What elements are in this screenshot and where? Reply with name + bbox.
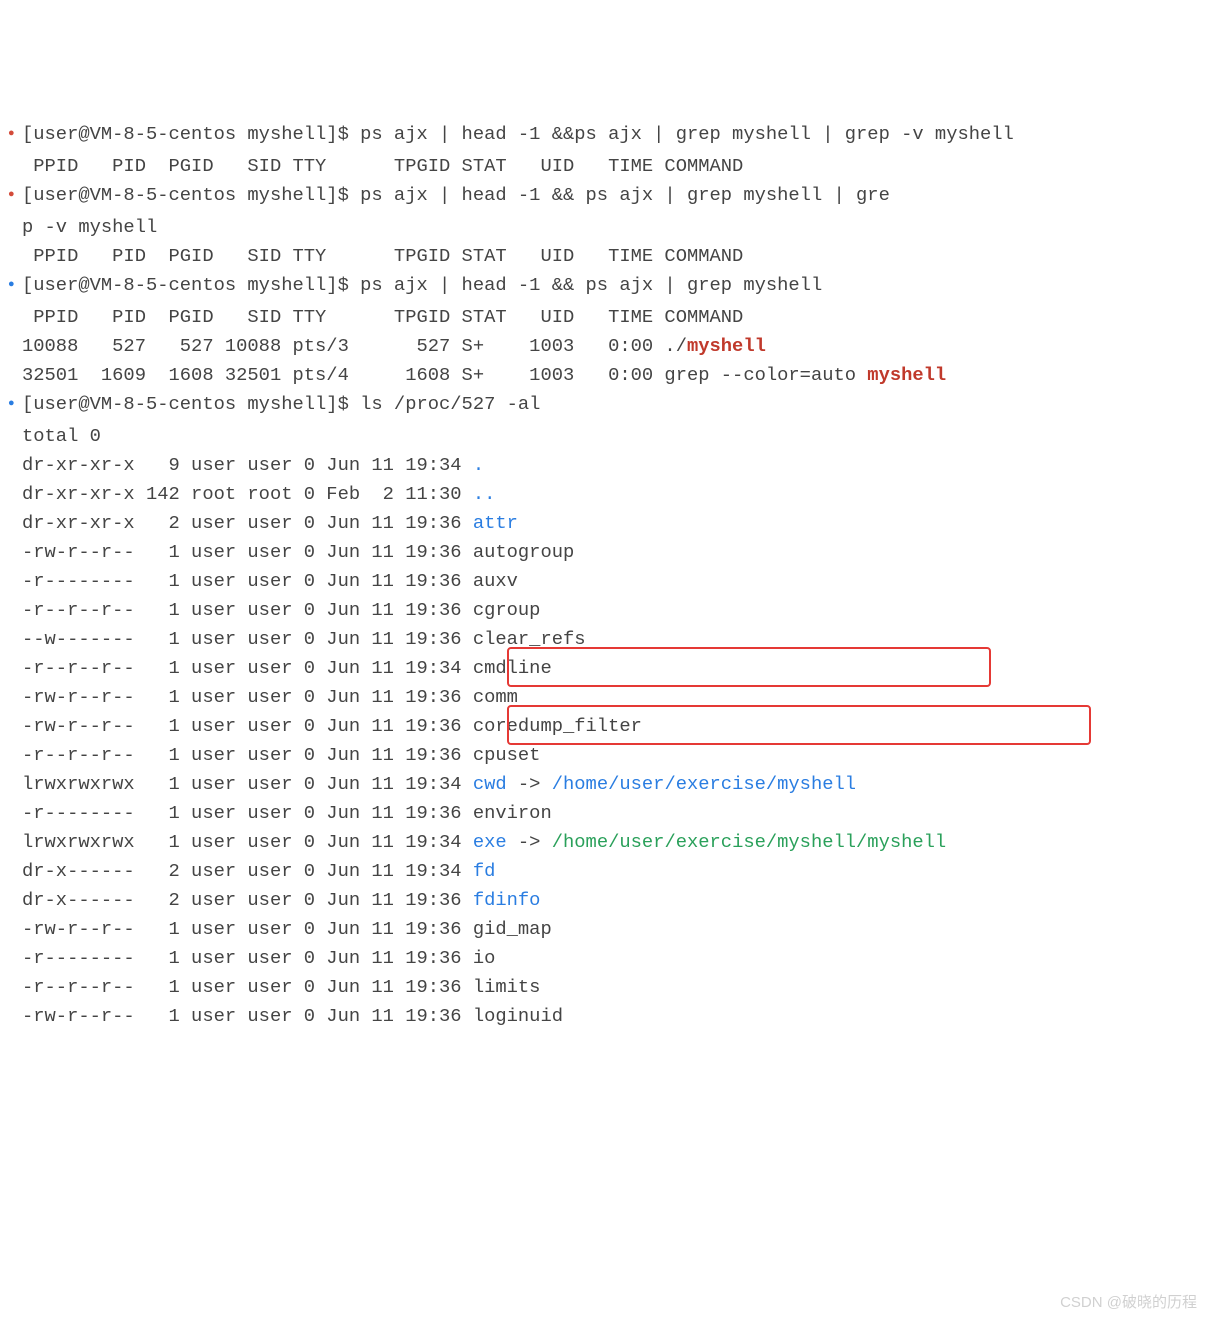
ls-row: -rw-r--r-- 1 user user 0 Jun 11 19:36 co… <box>8 712 1199 741</box>
ls-row: -r-------- 1 user user 0 Jun 11 19:36 io <box>8 944 1199 973</box>
ps-header: PPID PID PGID SID TTY TPGID STAT UID TIM… <box>8 303 1199 332</box>
ps-row: 32501 1609 1608 32501 pts/4 1608 S+ 1003… <box>8 361 1199 390</box>
ls-row: dr-xr-xr-x 2 user user 0 Jun 11 19:36 at… <box>8 509 1199 538</box>
prompt-line: ●[user@VM-8-5-centos myshell]$ ps ajx | … <box>8 271 1199 303</box>
ls-row: lrwxrwxrwx 1 user user 0 Jun 11 19:34 ex… <box>8 828 1199 857</box>
ls-row: -r--r--r-- 1 user user 0 Jun 11 19:36 li… <box>8 973 1199 1002</box>
ps-row: 10088 527 527 10088 pts/3 527 S+ 1003 0:… <box>8 332 1199 361</box>
prompt-line: ●[user@VM-8-5-centos myshell]$ ls /proc/… <box>8 390 1199 422</box>
ls-row: -rw-r--r-- 1 user user 0 Jun 11 19:36 gi… <box>8 915 1199 944</box>
ls-row: dr-xr-xr-x 142 root root 0 Feb 2 11:30 .… <box>8 480 1199 509</box>
ls-row: --w------- 1 user user 0 Jun 11 19:36 cl… <box>8 625 1199 654</box>
ls-total: total 0 <box>8 422 1199 451</box>
watermark: CSDN @破晓的历程 <box>1060 1288 1197 1317</box>
ls-row: -r-------- 1 user user 0 Jun 11 19:36 au… <box>8 567 1199 596</box>
ls-row: -r--r--r-- 1 user user 0 Jun 11 19:34 cm… <box>8 654 1199 683</box>
prompt-line-wrap: p -v myshell <box>8 213 1199 242</box>
terminal-output: ●[user@VM-8-5-centos myshell]$ ps ajx | … <box>8 120 1199 1031</box>
ls-row: -r--r--r-- 1 user user 0 Jun 11 19:36 cp… <box>8 741 1199 770</box>
ls-row: dr-x------ 2 user user 0 Jun 11 19:36 fd… <box>8 886 1199 915</box>
prompt-line: ●[user@VM-8-5-centos myshell]$ ps ajx | … <box>8 120 1199 152</box>
ls-row: -rw-r--r-- 1 user user 0 Jun 11 19:36 co… <box>8 683 1199 712</box>
ls-row: -r--r--r-- 1 user user 0 Jun 11 19:36 cg… <box>8 596 1199 625</box>
ls-row: -rw-r--r-- 1 user user 0 Jun 11 19:36 lo… <box>8 1002 1199 1031</box>
ps-header: PPID PID PGID SID TTY TPGID STAT UID TIM… <box>8 242 1199 271</box>
ls-row: lrwxrwxrwx 1 user user 0 Jun 11 19:34 cw… <box>8 770 1199 799</box>
ls-row: -r-------- 1 user user 0 Jun 11 19:36 en… <box>8 799 1199 828</box>
ls-row: dr-xr-xr-x 9 user user 0 Jun 11 19:34 . <box>8 451 1199 480</box>
ls-row: -rw-r--r-- 1 user user 0 Jun 11 19:36 au… <box>8 538 1199 567</box>
ls-row: dr-x------ 2 user user 0 Jun 11 19:34 fd <box>8 857 1199 886</box>
ps-header: PPID PID PGID SID TTY TPGID STAT UID TIM… <box>8 152 1199 181</box>
prompt-line: ●[user@VM-8-5-centos myshell]$ ps ajx | … <box>8 181 1199 213</box>
